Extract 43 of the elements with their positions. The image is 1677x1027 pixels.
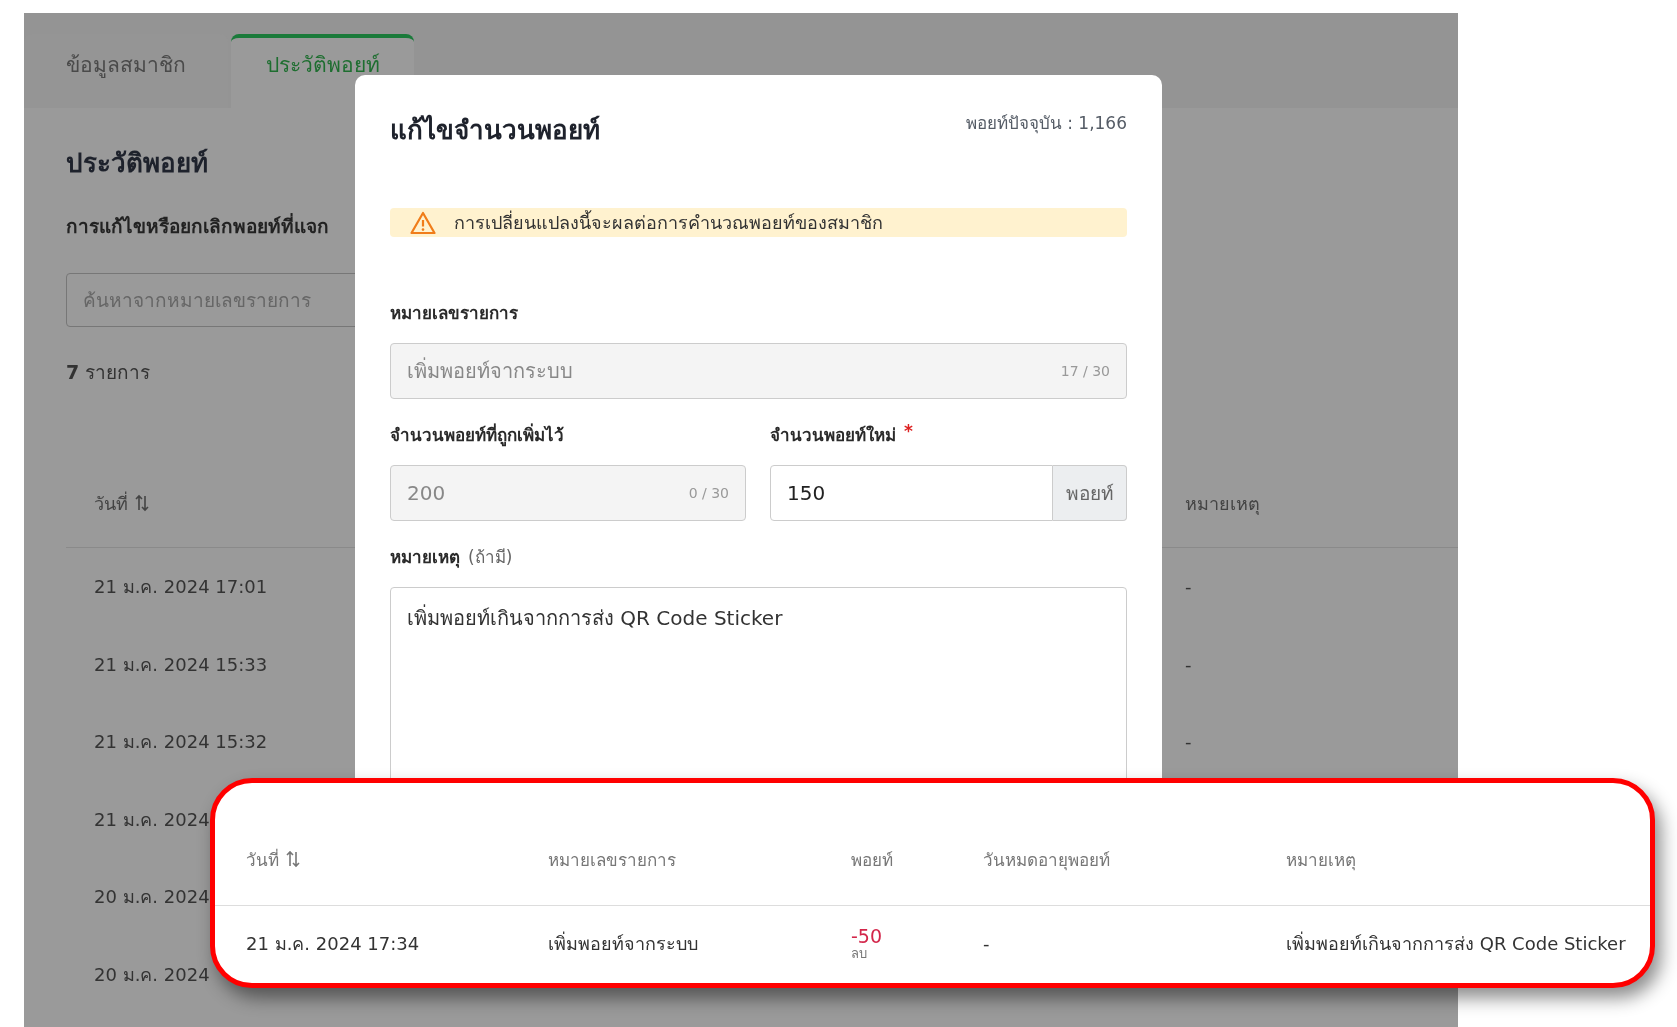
table-cell-text: 21 ม.ค. 2024 xyxy=(94,807,210,832)
table-cell: - xyxy=(1185,576,1192,598)
column-header: พอยท์ xyxy=(851,848,893,872)
input-field[interactable]: 150 xyxy=(770,465,1053,521)
table-cell-text: เพิ่มพอยท์จากระบบ xyxy=(548,930,699,956)
page-heading: ประวัติพอยท์ xyxy=(66,147,208,180)
field-value: 200 xyxy=(407,481,446,505)
table-cell-text: 20 ม.ค. 2024 xyxy=(94,885,210,910)
character-counter: 0 / 30 xyxy=(688,485,729,501)
alert-text: การเปลี่ยนแปลงนี้จะผลต่อการคำนวณพอยท์ของสมาชิก xyxy=(454,209,883,235)
table-cell: - xyxy=(1185,731,1192,753)
column-header: หมายเลขรายการ xyxy=(548,848,676,872)
column-header: วันหมดอายุพอยท์ xyxy=(983,848,1110,873)
sort-icon[interactable] xyxy=(134,494,150,512)
table-cell-text: - xyxy=(983,933,991,954)
table-cell-text: 21 ม.ค. 2024 17:34 xyxy=(246,932,421,956)
points-caption: ลบ xyxy=(851,946,868,962)
field-label: จำนวนพอยท์ใหม่ xyxy=(770,424,896,447)
table-cell-text: 21 ม.ค. 2024 15:33 xyxy=(94,652,268,677)
record-count: 7 รายการ xyxy=(66,360,151,385)
character-counter: 17 / 30 xyxy=(1060,363,1110,379)
table-cell-text: เพิ่มพอยท์เกินจากการส่ง QR Code Sticker xyxy=(1286,930,1627,956)
table-cell-text: 21 ม.ค. 2024 15:32 xyxy=(94,730,268,755)
table-cell: - xyxy=(1185,653,1192,675)
current-points: พอยท์ปัจจุบัน : 1,166 xyxy=(965,112,1127,136)
table-cell-text: 20 ม.ค. 2024 xyxy=(94,962,210,987)
unit-label: พอยท์ xyxy=(1053,465,1127,521)
column-header: หมายเหตุ xyxy=(1185,491,1260,517)
table-cell-text: 21 ม.ค. 2024 17:01 xyxy=(94,575,268,600)
page-description: การแก้ไขหรือยกเลิกพอยท์ที่แจก xyxy=(66,212,329,239)
column-header: วันที่ xyxy=(94,490,128,516)
warning-icon xyxy=(410,210,436,235)
field-label: หมายเลขรายการ xyxy=(390,302,518,325)
field-hint: (ถ้ามี) xyxy=(468,546,513,569)
dialog-title: แก้ไขจำนวนพอยท์ xyxy=(390,113,600,147)
points-value: -50 xyxy=(851,925,884,947)
field-value: เพิ่มพอยท์จากระบบ xyxy=(407,356,573,385)
sort-icon[interactable] xyxy=(285,850,301,868)
required-mark: * xyxy=(904,421,913,443)
field-label: จำนวนพอยท์ที่ถูกเพิ่มไว้ xyxy=(390,422,564,448)
column-header: หมายเหตุ xyxy=(1286,848,1356,873)
column-header: วันที่ xyxy=(246,847,279,872)
field-label: หมายเหตุ xyxy=(390,546,460,570)
